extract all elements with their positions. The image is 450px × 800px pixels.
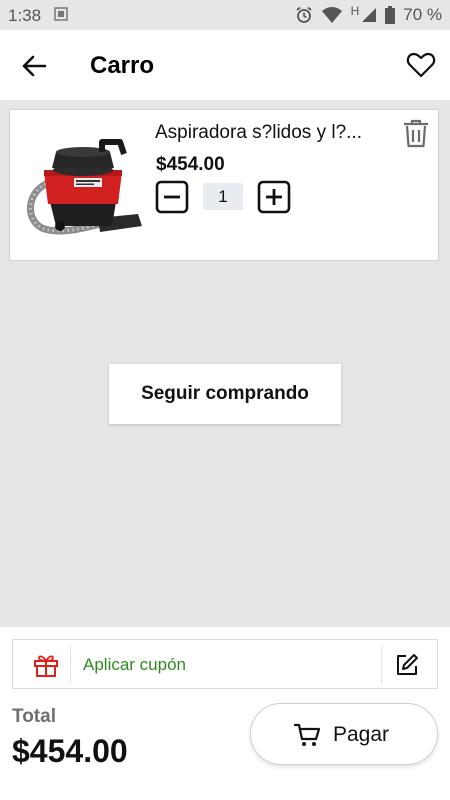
trash-icon[interactable] [402,118,430,148]
signal-icon [362,8,377,22]
cart-item-card: Aspiradora s?lidos y l?... $454.00 1 [9,109,439,261]
increase-quantity-button[interactable] [257,180,291,214]
apply-coupon-row[interactable]: Aplicar cupón [12,639,438,689]
heart-icon[interactable] [406,50,436,80]
product-name[interactable]: Aspiradora s?lidos y l?... [155,122,385,144]
page-title: Carro [90,52,155,79]
checkout-panel: Aplicar cupón Total $454.00 Pagar [0,627,450,800]
arrow-left-icon[interactable] [20,52,48,80]
alarm-icon [296,6,312,23]
cart-content: Aspiradora s?lidos y l?... $454.00 1 Seg… [0,100,450,627]
coupon-label[interactable]: Aplicar cupón [83,655,186,675]
sim-card-icon [54,7,68,21]
decrease-quantity-button[interactable] [155,180,189,214]
coupon-divider [70,646,71,683]
quantity-value[interactable]: 1 [203,183,243,210]
status-time: 1:38 [8,6,42,25]
continue-shopping-button[interactable]: Seguir comprando [109,364,341,424]
pay-button[interactable]: Pagar [250,703,438,765]
battery-percent: 70 % [403,5,442,24]
shopping-cart-icon [293,723,321,746]
status-bar: 1:38 H 70 % [0,0,450,30]
coupon-divider-right [381,646,382,683]
battery-icon [385,6,396,24]
edit-icon[interactable] [395,653,419,677]
network-type: H [350,4,360,18]
pay-button-label: Pagar [333,723,390,746]
status-icons: H 70 % [295,4,442,25]
product-price: $454.00 [156,154,225,175]
gift-icon [34,655,58,677]
app-bar: Carro [0,30,450,100]
product-image [20,122,150,252]
wifi-icon [321,7,342,23]
total-value: $454.00 [12,733,128,769]
total-label: Total [12,706,56,727]
